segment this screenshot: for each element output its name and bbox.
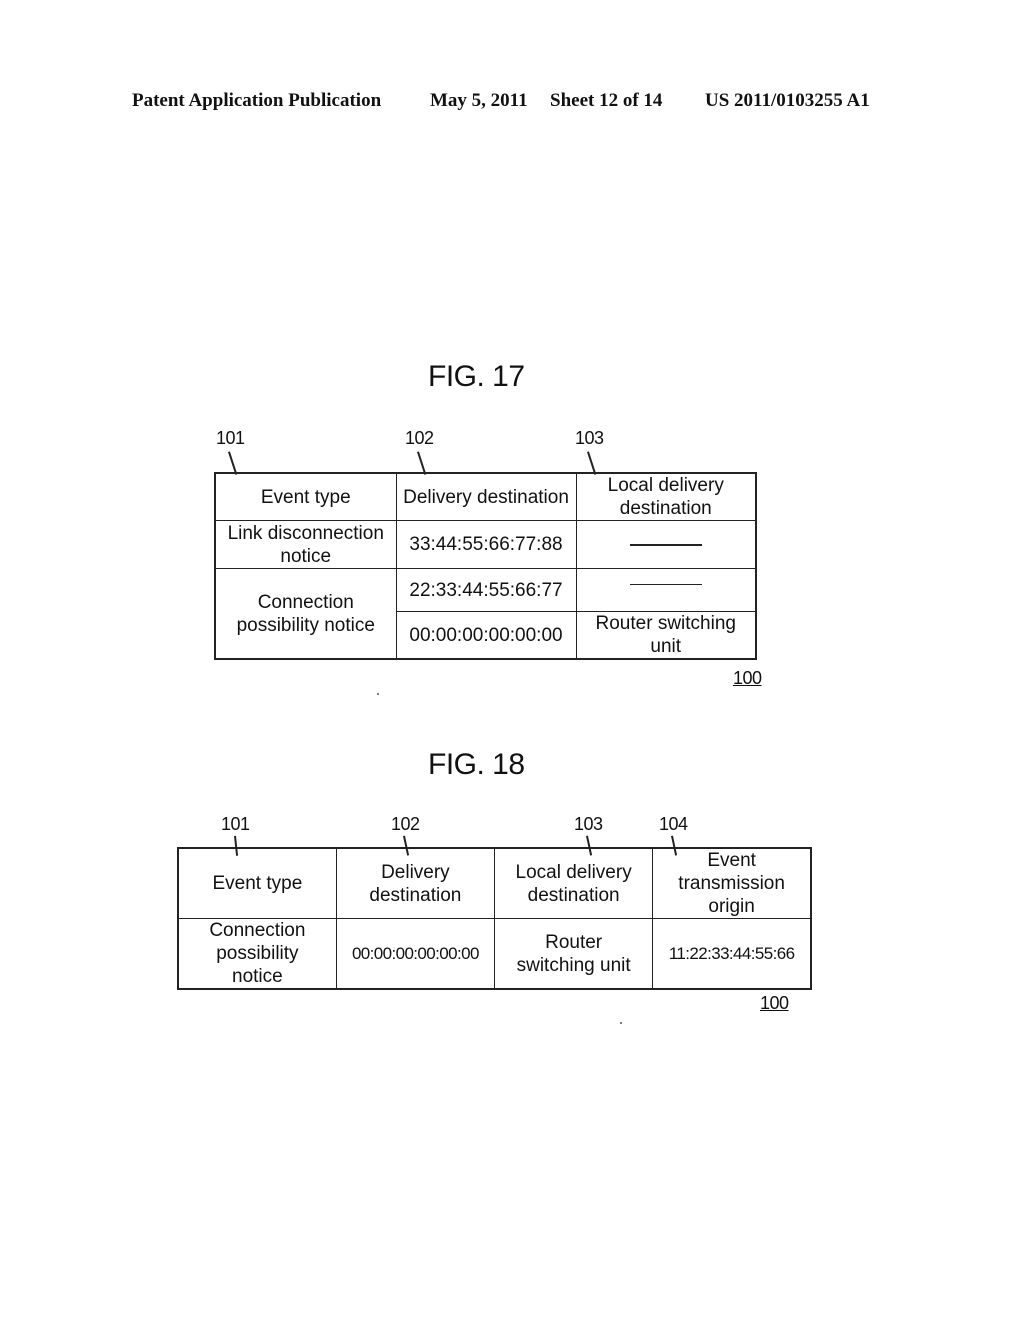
- fig17-header-event-type: Event type: [214, 472, 397, 521]
- table-row: Connection possibility notice 22:33:44:5…: [214, 568, 757, 660]
- fig17-header-delivery-destination: Delivery destination: [395, 472, 577, 521]
- fig18-ref-103: 103: [574, 814, 603, 834]
- fig17-ref-101: 101: [216, 428, 245, 448]
- local-delivery-destination-cell: [575, 568, 757, 612]
- fig18-header-local-delivery-destination: Local delivery destination: [493, 847, 654, 919]
- fig18-table: Event type Delivery destination Local de…: [177, 847, 812, 990]
- fig18-header-row: Event type Delivery destination Local de…: [177, 847, 812, 919]
- table-row: Link disconnection notice 33:44:55:66:77…: [214, 520, 757, 569]
- local-delivery-destination-cell: Router switching unit: [493, 918, 654, 990]
- scan-speck: [377, 693, 379, 695]
- event-transmission-origin-cell: 11:22:33:44:55:66: [652, 918, 812, 990]
- delivery-destination-cell: 00:00:00:00:00:00: [335, 918, 496, 990]
- empty-dash: [629, 583, 702, 586]
- fig18-header-delivery-destination: Delivery destination: [335, 847, 496, 919]
- event-type-cell: Link disconnection notice: [214, 520, 397, 569]
- fig18-header-event-transmission-origin: Event transmission origin: [652, 847, 812, 919]
- fig17-title: FIG. 17: [428, 360, 525, 393]
- delivery-destination-cell: 33:44:55:66:77:88: [395, 520, 577, 569]
- fig18-table-label: 100: [760, 993, 789, 1013]
- patent-number: US 2011/0103255 A1: [705, 90, 870, 111]
- fig17-ref-102: 102: [405, 428, 434, 448]
- fig17-header-row: Event type Delivery destination Local de…: [214, 472, 757, 521]
- event-type-cell: Connection possibility notice: [214, 568, 397, 660]
- fig18-ref-101: 101: [221, 814, 250, 834]
- fig18-header-event-type: Event type: [177, 847, 337, 919]
- fig17-table: Event type Delivery destination Local de…: [214, 472, 757, 660]
- local-delivery-destination-cell: Router switching unit: [575, 611, 757, 660]
- fig18-title: FIG. 18: [428, 748, 525, 781]
- local-delivery-destination-cell: [575, 520, 757, 569]
- sheet-number: Sheet 12 of 14: [550, 90, 663, 111]
- publication-date: May 5, 2011: [430, 90, 528, 111]
- event-type-cell: Connection possibility notice: [177, 918, 337, 990]
- scan-speck: [620, 1022, 622, 1024]
- table-row: Connection possibility notice 00:00:00:0…: [177, 918, 812, 990]
- fig17-header-local-delivery-destination: Local delivery destination: [575, 472, 757, 521]
- fig17-table-label: 100: [733, 668, 762, 688]
- publication-label: Patent Application Publication: [132, 90, 382, 111]
- fig17-ref-103: 103: [575, 428, 604, 448]
- delivery-destination-cell: 22:33:44:55:66:77: [395, 568, 577, 612]
- fig18-ref-104: 104: [659, 814, 688, 834]
- empty-dash: [629, 544, 702, 546]
- delivery-destination-cell: 00:00:00:00:00:00: [395, 611, 577, 660]
- fig18-ref-102: 102: [391, 814, 420, 834]
